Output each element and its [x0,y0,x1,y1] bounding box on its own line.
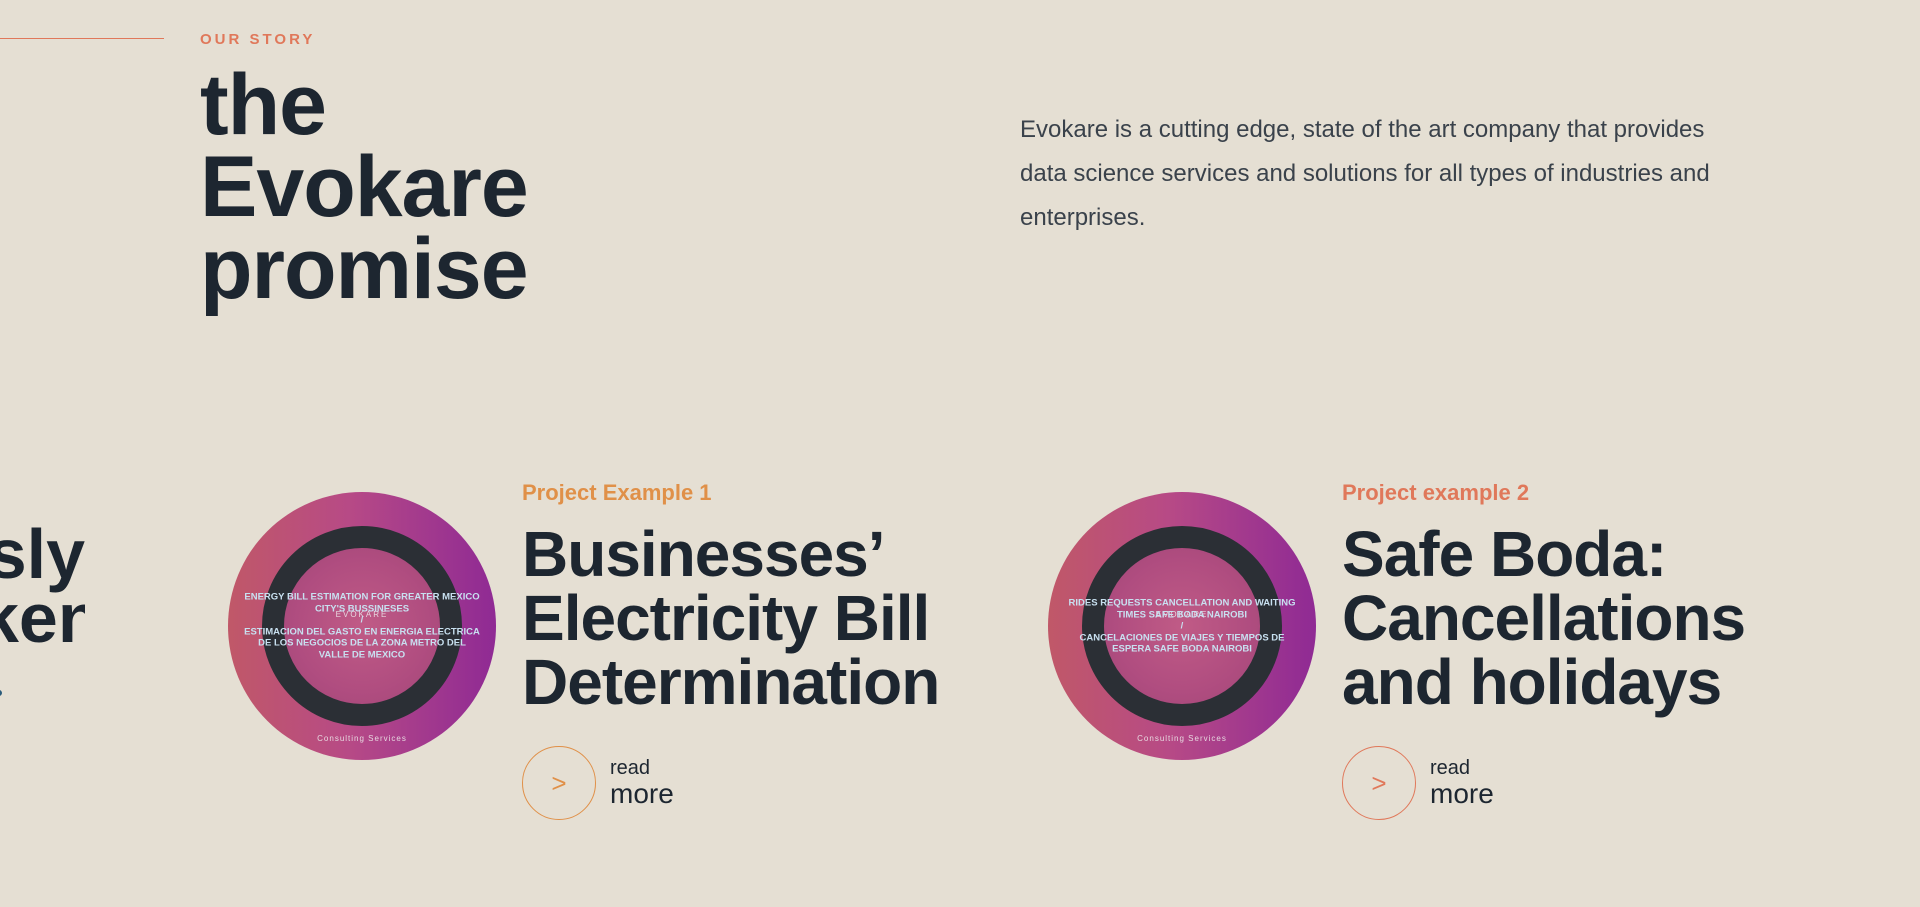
section-eyebrow: OUR STORY [200,31,316,48]
project-title-line: and holidays [1342,646,1722,718]
read-more-big: more [1430,778,1494,809]
project-title-line: Electricity Bill [522,582,930,654]
thumbnail-text: ENERGY BILL ESTIMATION FOR GREATER MEXIC… [242,592,482,661]
project-title-line: Safe Boda: [1342,518,1667,590]
project-title-line: Businesses’ [522,518,886,590]
project-title-line: Determination [522,646,940,718]
peek-dot [0,690,2,696]
project-thumbnail[interactable]: EVOKARE RIDES REQUESTS CANCELLATION AND … [1048,492,1316,760]
intro-paragraph: Evokare is a cutting edge, state of the … [1020,116,1710,231]
read-more-small: read [610,757,651,779]
thumbnail-text-en: RIDES REQUESTS CANCELLATION AND WAITING … [1068,597,1296,620]
page-title-line: Evokare [200,139,529,235]
project-label: Project Example 1 [522,480,712,505]
thumbnail-separator: / [360,614,364,626]
page-title-line: promise [200,221,529,317]
thumbnail-text-es: ESTIMACION DEL GASTO EN ENERGIA ELECTRIC… [244,626,480,660]
project-title[interactable]: Safe Boda: Cancellations and holidays [1342,518,1746,718]
thumbnail-text-es: CANCELACIONES DE VIAJES Y TIEMPOS DE ESP… [1079,631,1285,655]
arrow-right-icon[interactable]: > [1342,746,1416,820]
thumbnail-text: RIDES REQUESTS CANCELLATION AND WAITING … [1062,597,1302,655]
arrow-right-icon[interactable]: > [522,746,596,820]
thumbnail-ring: EVOKARE RIDES REQUESTS CANCELLATION AND … [1069,526,1295,743]
project-thumbnail[interactable]: EVOKARE ENERGY BILL ESTIMATION FOR GREAT… [228,492,496,760]
peek-line: sly [0,522,85,593]
previous-slide-peek: sly ken [0,522,85,650]
page-title-line: the [200,57,327,153]
thumbnail-text-en: ENERGY BILL ESTIMATION FOR GREATER MEXIC… [244,591,480,615]
read-more-small: read [1430,757,1471,779]
read-more-big: more [610,778,674,809]
read-more-text: read more [610,758,674,808]
read-more-link[interactable]: > read more [1342,746,1494,820]
page-title: the Evokare promise [200,57,529,317]
project-label: Project example 2 [1342,480,1530,505]
project-title-line: Cancellations [1342,582,1746,654]
story-divider-line [0,38,164,39]
read-more-link[interactable]: > read more [522,746,674,820]
peek-line: ken [0,579,85,650]
read-more-text: read more [1430,758,1494,808]
thumbnail-ring: EVOKARE ENERGY BILL ESTIMATION FOR GREAT… [244,526,480,743]
thumbnail-subtitle: Consulting Services [317,734,407,743]
project-title[interactable]: Businesses’ Electricity Bill Determinati… [522,518,940,718]
thumbnail-separator: / [1180,620,1184,632]
thumbnail-subtitle: Consulting Services [1137,734,1227,743]
